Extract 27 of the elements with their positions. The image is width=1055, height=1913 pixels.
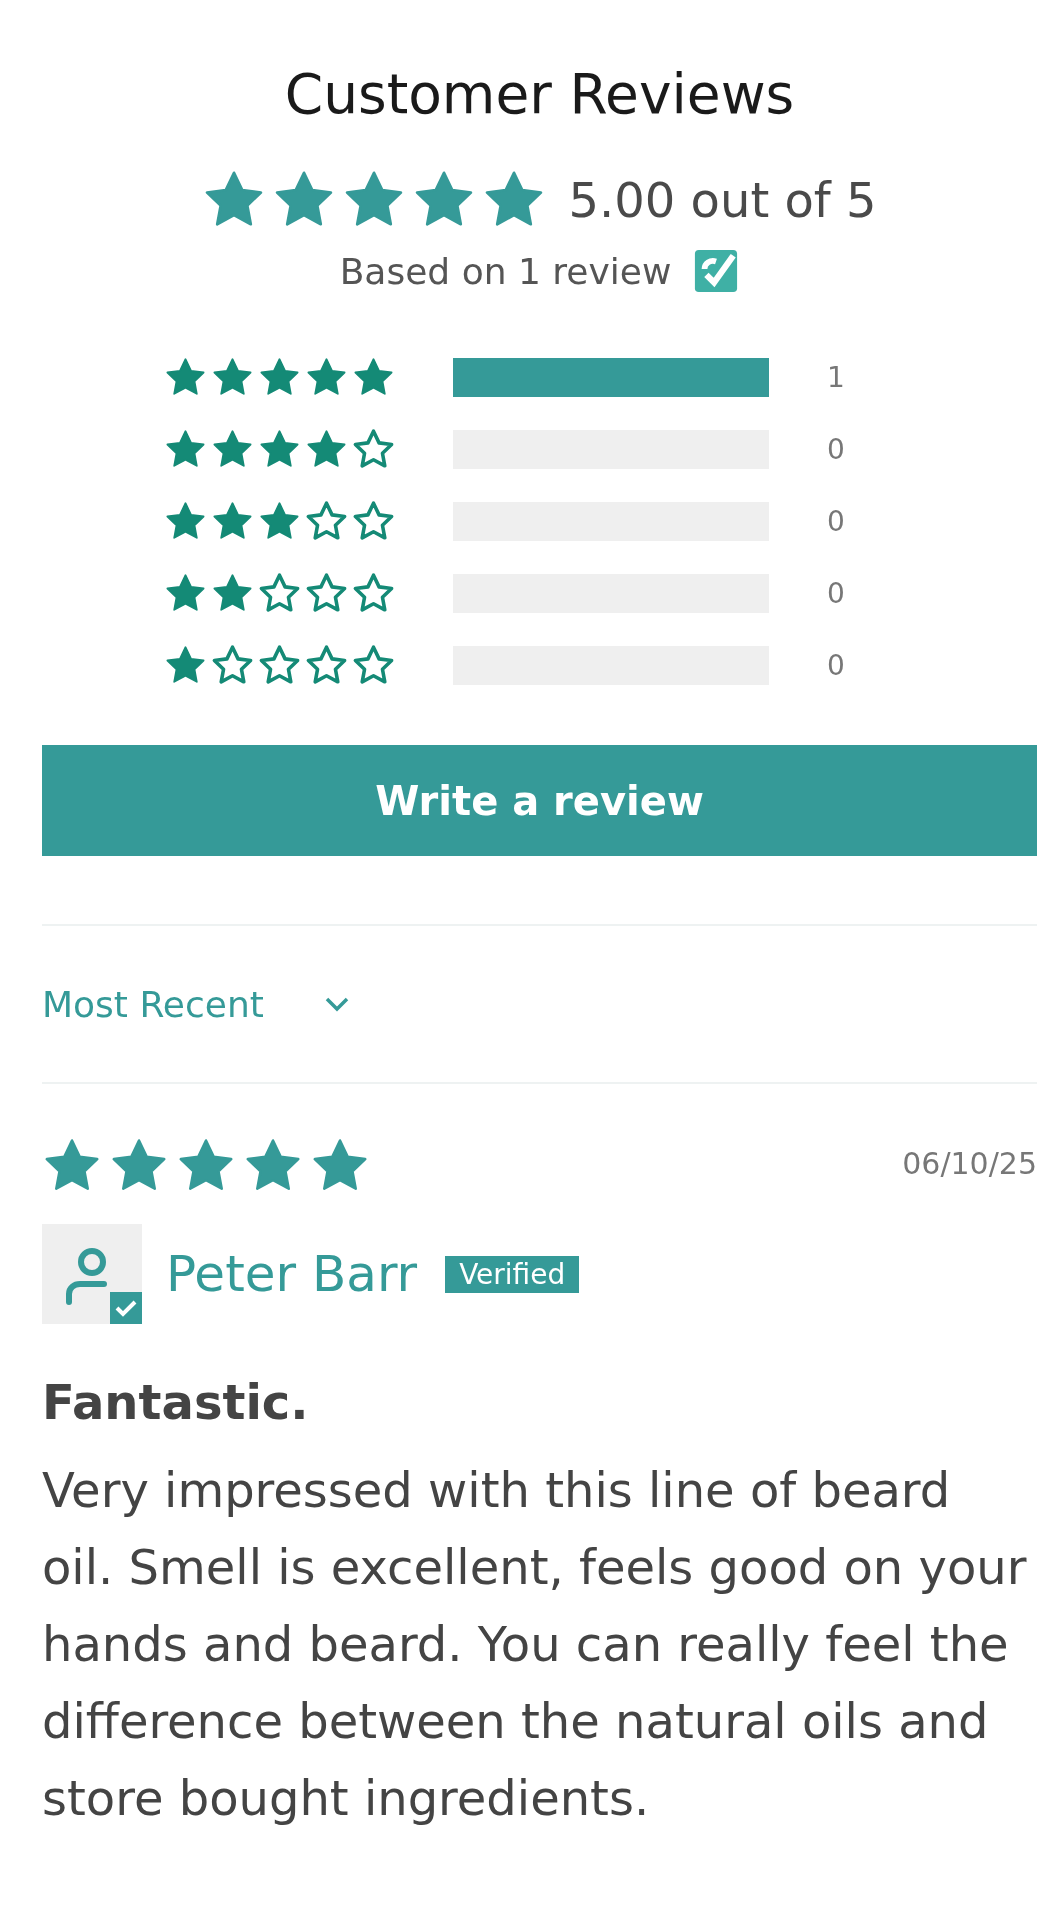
star-outline-icon bbox=[258, 572, 302, 615]
chevron-down-icon bbox=[323, 996, 350, 1012]
star-outline-icon bbox=[352, 500, 396, 543]
star-outline-icon bbox=[258, 644, 302, 687]
review-title: Fantastic. bbox=[42, 1374, 310, 1430]
rating-count: 0 bbox=[827, 433, 845, 466]
rating-count: 1 bbox=[827, 361, 845, 394]
rating-count: 0 bbox=[827, 505, 845, 538]
rating-count: 0 bbox=[827, 649, 845, 682]
review-count: Based on 1 review bbox=[339, 250, 672, 292]
star-outline-icon bbox=[305, 572, 349, 615]
star-outline-icon bbox=[352, 572, 396, 615]
rating-count: 0 bbox=[827, 577, 845, 610]
star-outline-icon bbox=[352, 428, 396, 471]
average-rating: 5.00 out of 5 bbox=[568, 172, 877, 228]
checkmark-icon bbox=[693, 248, 740, 294]
reviewer-name: Peter Barr bbox=[166, 1245, 418, 1303]
section-title: Customer Reviews bbox=[283, 61, 796, 128]
verified-badge: Verified bbox=[445, 1255, 580, 1293]
write-review-button[interactable]: Write a review bbox=[42, 745, 1037, 856]
review-text: Very impressed with this line of beard oil. Smell is excellent, feels good on your hands and beard. You can really feel the difference between the natural oils and store bought ingredients. bbox=[42, 1461, 1028, 1828]
star-outline-icon bbox=[305, 644, 349, 687]
star-outline-icon bbox=[352, 644, 396, 687]
star-outline-icon bbox=[211, 644, 255, 687]
sort-dropdown[interactable]: Most Recent bbox=[42, 983, 350, 1025]
star-outline-icon bbox=[305, 500, 349, 543]
review-date: 06/10/25 bbox=[902, 1146, 1037, 1181]
